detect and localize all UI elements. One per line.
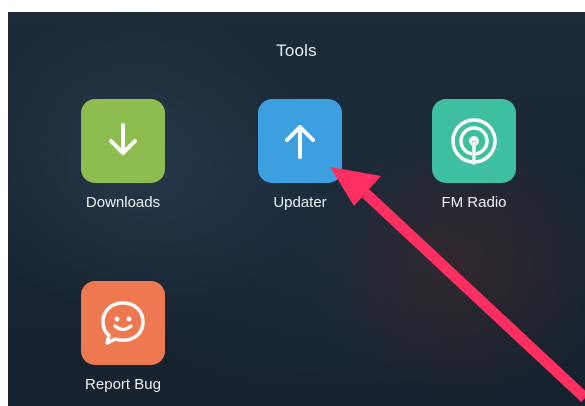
report-bug-icon-tile[interactable] — [81, 281, 165, 365]
app-downloads[interactable]: Downloads — [58, 99, 188, 211]
app-fm-radio[interactable]: FM Radio — [409, 99, 539, 211]
download-arrow-icon — [109, 123, 137, 155]
app-report-bug[interactable]: Report Bug — [58, 281, 188, 393]
up-arrow-icon — [285, 125, 315, 159]
fm-radio-icon-tile[interactable] — [432, 99, 516, 183]
radio-signal-icon — [451, 118, 497, 165]
app-updater[interactable]: Updater — [235, 99, 365, 211]
app-label-report-bug: Report Bug — [85, 376, 161, 393]
app-label-fm-radio: FM Radio — [441, 194, 507, 211]
folder-title: Tools — [276, 41, 317, 60]
app-label-downloads: Downloads — [85, 194, 161, 211]
smiley-chat-icon — [101, 301, 145, 345]
updater-icon-tile[interactable] — [258, 99, 342, 183]
download-icon-tile[interactable] — [81, 99, 165, 183]
app-label-updater: Updater — [273, 194, 327, 211]
tools-folder-window: Tools Downloads Updater FM Radio Report … — [8, 12, 585, 406]
